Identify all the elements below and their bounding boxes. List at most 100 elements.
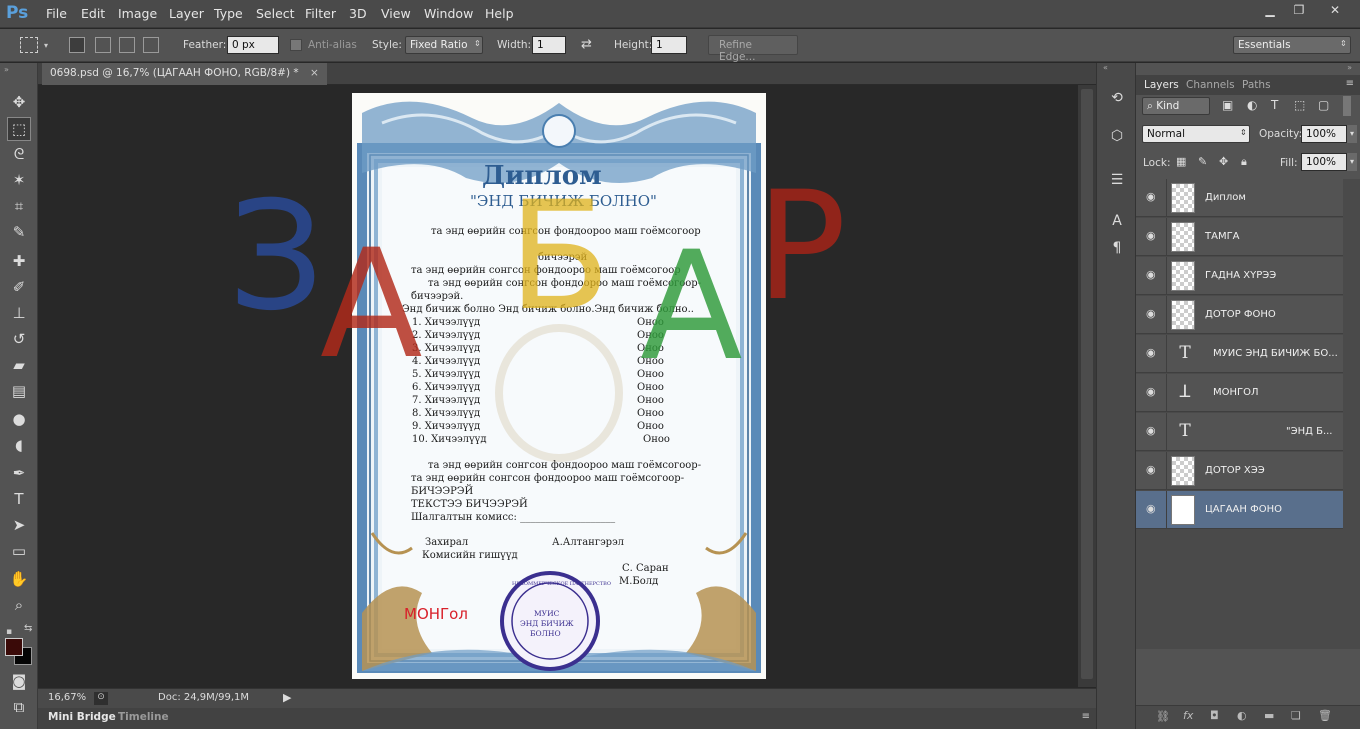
new-group-icon[interactable]: ▬ [1264,709,1274,722]
eye-icon[interactable]: ◉ [1146,229,1160,243]
collapse-icon[interactable]: » [1347,63,1352,72]
shape-filter-icon[interactable]: ⬚ [1294,98,1305,112]
minimize-icon[interactable]: ▁ [1257,2,1283,18]
eye-icon[interactable]: ◉ [1146,268,1160,282]
add-selection-icon[interactable] [95,37,111,53]
rectangle-tool-icon[interactable]: ▭ [8,540,30,562]
menu-layer[interactable]: Layer [169,6,204,21]
panel-menu-icon[interactable]: ≡ [1082,711,1090,722]
clone-stamp-tool-icon[interactable]: ⊥ [8,302,30,324]
panel-menu-icon[interactable]: ≡ [1346,78,1354,89]
rect-marquee-tool-icon[interactable]: ⬚ [7,117,31,141]
opacity-input[interactable]: 100% [1301,125,1347,143]
magic-wand-tool-icon[interactable]: ✶ [8,169,30,191]
eyedropper-tool-icon[interactable]: ✎ [8,221,30,243]
brush-tool-icon[interactable]: ✐ [8,276,30,298]
eye-icon[interactable]: ◉ [1146,190,1160,204]
character-icon[interactable]: A [1107,211,1127,231]
eye-icon[interactable]: ◉ [1146,346,1160,360]
screen-mode-icon[interactable]: ⧉ [8,696,30,718]
width-input[interactable]: 1 [532,36,566,54]
scrollbar-thumb[interactable] [1081,89,1093,679]
layer-row[interactable]: ◉ ГАДНА ХҮРЭЭ [1136,257,1343,295]
close-icon[interactable]: ✕ [1317,2,1353,18]
fill-input[interactable]: 100% [1301,153,1347,171]
feather-input[interactable]: 0 px [227,36,279,54]
menu-select[interactable]: Select [256,6,295,21]
chevron-down-icon[interactable]: ▾ [1347,125,1357,143]
fx-icon[interactable]: fx [1183,709,1193,722]
vertical-scrollbar[interactable] [1078,85,1096,687]
path-selection-tool-icon[interactable]: ➤ [8,514,30,536]
menu-type[interactable]: Type [214,6,243,21]
menu-filter[interactable]: Filter [305,6,336,21]
height-input[interactable]: 1 [651,36,687,54]
menu-help[interactable]: Help [485,6,514,21]
workspace-select[interactable]: Essentials [1233,36,1351,54]
link-layers-icon[interactable]: ⛓ [1156,710,1170,723]
menu-edit[interactable]: Edit [81,6,105,21]
layer-row[interactable]: ◉ T МУИС ЭНД БИЧИЖ БО... [1136,335,1343,373]
eye-icon[interactable]: ◉ [1146,385,1160,399]
zoom-tool-icon[interactable]: ⌕ [8,594,30,616]
layer-row[interactable]: ◉ ЦАГААН ФОНО [1136,491,1343,529]
dodge-tool-icon[interactable]: ◖ [8,434,30,456]
tab-mini-bridge[interactable]: Mini Bridge [48,711,116,723]
hand-tool-icon[interactable]: ✋ [8,568,30,590]
eye-icon[interactable]: ◉ [1146,307,1160,321]
new-selection-icon[interactable] [69,37,85,53]
share-icon[interactable]: ⊙ [94,692,108,705]
filter-toggle[interactable] [1343,96,1351,116]
smart-object-filter-icon[interactable]: ▢ [1318,98,1329,112]
move-tool-icon[interactable]: ✥ [8,91,30,113]
lasso-tool-icon[interactable]: ᘓ [8,143,30,165]
healing-brush-tool-icon[interactable]: ✚ [8,250,30,272]
restore-icon[interactable]: ❐ [1286,2,1312,18]
lock-pixels-icon[interactable]: ✎ [1198,155,1207,168]
eraser-tool-icon[interactable]: ▰ [8,354,30,376]
collapse-icon[interactable]: « [1103,63,1108,72]
eye-icon[interactable]: ◉ [1146,502,1160,516]
pen-tool-icon[interactable]: ✒ [8,462,30,484]
blur-tool-icon[interactable]: ● [8,408,30,430]
lock-position-icon[interactable]: ✥ [1219,155,1228,168]
swap-icon[interactable]: ⇄ [581,37,592,52]
layer-row[interactable]: ◉ ТАМГА [1136,218,1343,256]
menu-window[interactable]: Window [424,6,473,21]
style-select[interactable]: Fixed Ratio [405,36,483,54]
delete-layer-icon[interactable]: 🗑︎ [1318,709,1332,722]
marquee-preset-icon[interactable] [20,37,38,53]
eye-icon[interactable]: ◉ [1146,463,1160,477]
layer-filter-select[interactable]: ⌕ Kind [1142,97,1210,115]
gradient-tool-icon[interactable]: ▤ [8,380,30,402]
menu-3d[interactable]: 3D [349,6,367,21]
menu-file[interactable]: File [46,6,67,21]
status-menu-icon[interactable]: ▶ [283,691,291,704]
tab-timeline[interactable]: Timeline [118,711,169,723]
menu-view[interactable]: View [381,6,411,21]
quick-mask-icon[interactable]: ◙ [8,670,30,692]
blend-mode-select[interactable]: Normal [1142,125,1250,143]
layer-row[interactable]: ◉ ꓕ МОНГОЛ [1136,374,1343,412]
crop-tool-icon[interactable]: ⌗ [8,195,30,217]
paragraph-icon[interactable]: ¶ [1107,238,1127,258]
eye-icon[interactable]: ◉ [1146,424,1160,438]
refine-edge-button[interactable]: Refine Edge... [708,35,798,63]
subtract-selection-icon[interactable] [119,37,135,53]
new-layer-icon[interactable]: ❏ [1291,709,1301,722]
type-filter-icon[interactable]: T [1271,98,1278,112]
menu-image[interactable]: Image [118,6,157,21]
type-tool-icon[interactable]: T [8,488,30,510]
intersect-selection-icon[interactable] [143,37,159,53]
adjustment-layer-icon[interactable]: ◐ [1237,709,1247,722]
history-brush-tool-icon[interactable]: ↺ [8,328,30,350]
3d-icon[interactable]: ⬡ [1107,126,1127,146]
properties-icon[interactable]: ☰ [1107,170,1127,190]
close-tab-icon[interactable]: × [310,67,319,79]
tab-paths[interactable]: Paths [1242,79,1271,91]
layer-list-scrollbar[interactable] [1344,179,1360,649]
chevron-down-icon[interactable]: ▾ [1347,153,1357,171]
collapse-icon[interactable]: » [4,65,9,74]
layer-row[interactable]: ◉ Диплом [1136,179,1343,217]
default-colors-icon[interactable]: ▪ [6,627,12,637]
